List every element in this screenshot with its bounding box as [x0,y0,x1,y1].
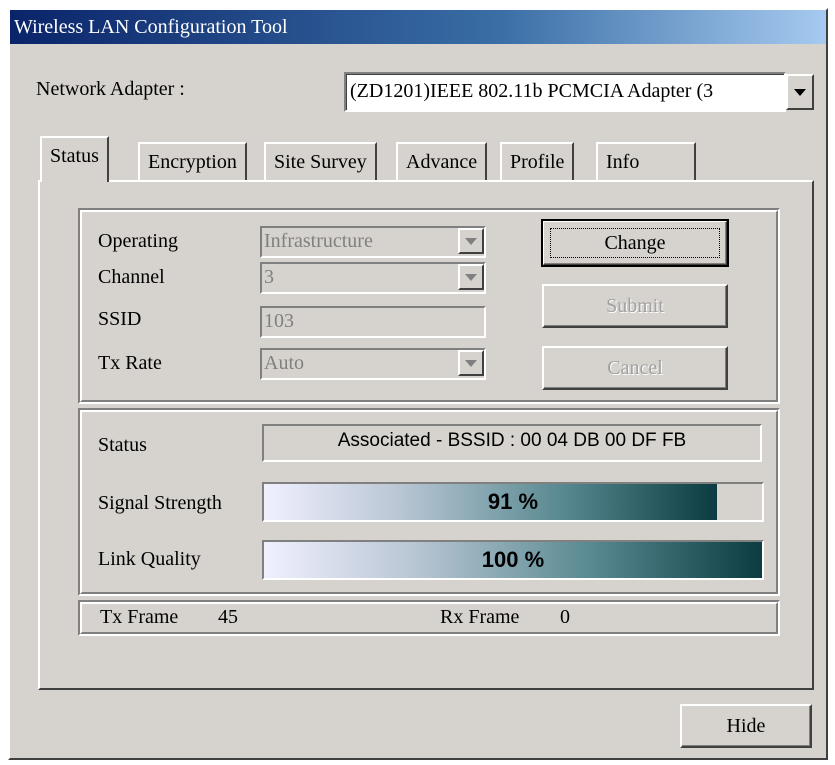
tab-advance[interactable]: Advance [396,142,488,182]
chevron-down-icon [465,237,477,245]
status-value: Associated - BSSID : 00 04 DB 00 DF FB [262,424,762,462]
link-quality-label: Link Quality [98,548,201,570]
network-adapter-dropdown-button[interactable] [786,74,814,110]
submit-button[interactable]: Submit [542,284,728,328]
cancel-button[interactable]: Cancel [542,346,728,390]
channel-dropdown-button[interactable] [458,264,484,290]
txrate-select[interactable]: Auto [260,348,486,380]
config-window: Wireless LAN Configuration Tool Network … [8,8,828,760]
signal-strength-text: 91 % [487,489,539,514]
tab-encryption[interactable]: Encryption [138,142,247,182]
hide-button[interactable]: Hide [680,704,812,748]
link-quality-text: 100 % [481,547,545,572]
tab-info[interactable]: Info [596,142,696,182]
operating-dropdown-button[interactable] [458,228,484,254]
rx-frame-value: 0 [560,606,570,628]
operating-select[interactable]: Infrastructure [260,226,486,258]
title-bar: Wireless LAN Configuration Tool [10,10,826,44]
network-adapter-select[interactable]: (ZD1201)IEEE 802.11b PCMCIA Adapter (3 [344,72,786,112]
txrate-label: Tx Rate [98,352,162,374]
change-button[interactable]: Change [541,219,729,267]
chevron-down-icon [465,359,477,367]
operating-value: Infrastructure [264,230,373,252]
ssid-input[interactable]: 103 [260,306,486,338]
link-quality-bar: 100 % [262,540,764,580]
frames-group [78,600,780,636]
signal-strength-bar: 91 % [262,482,764,522]
channel-label: Channel [98,266,165,288]
chevron-down-icon [794,88,806,96]
tx-frame-value: 45 [218,606,238,628]
ssid-label: SSID [98,308,142,330]
status-label: Status [98,434,147,456]
channel-value: 3 [264,266,274,288]
channel-select[interactable]: 3 [260,262,486,294]
txrate-value: Auto [264,352,304,374]
status-tab-panel: Operating Infrastructure Channel 3 SSID … [38,180,814,690]
chevron-down-icon [465,273,477,281]
rx-frame-label: Rx Frame [440,606,520,628]
tab-profile[interactable]: Profile [500,142,575,182]
txrate-dropdown-button[interactable] [458,350,484,376]
tab-site-survey[interactable]: Site Survey [264,142,377,182]
signal-strength-label: Signal Strength [98,492,222,514]
tab-status[interactable]: Status [40,136,109,182]
network-adapter-label: Network Adapter : [36,78,185,100]
tx-frame-label: Tx Frame [100,606,179,628]
operating-label: Operating [98,230,178,252]
